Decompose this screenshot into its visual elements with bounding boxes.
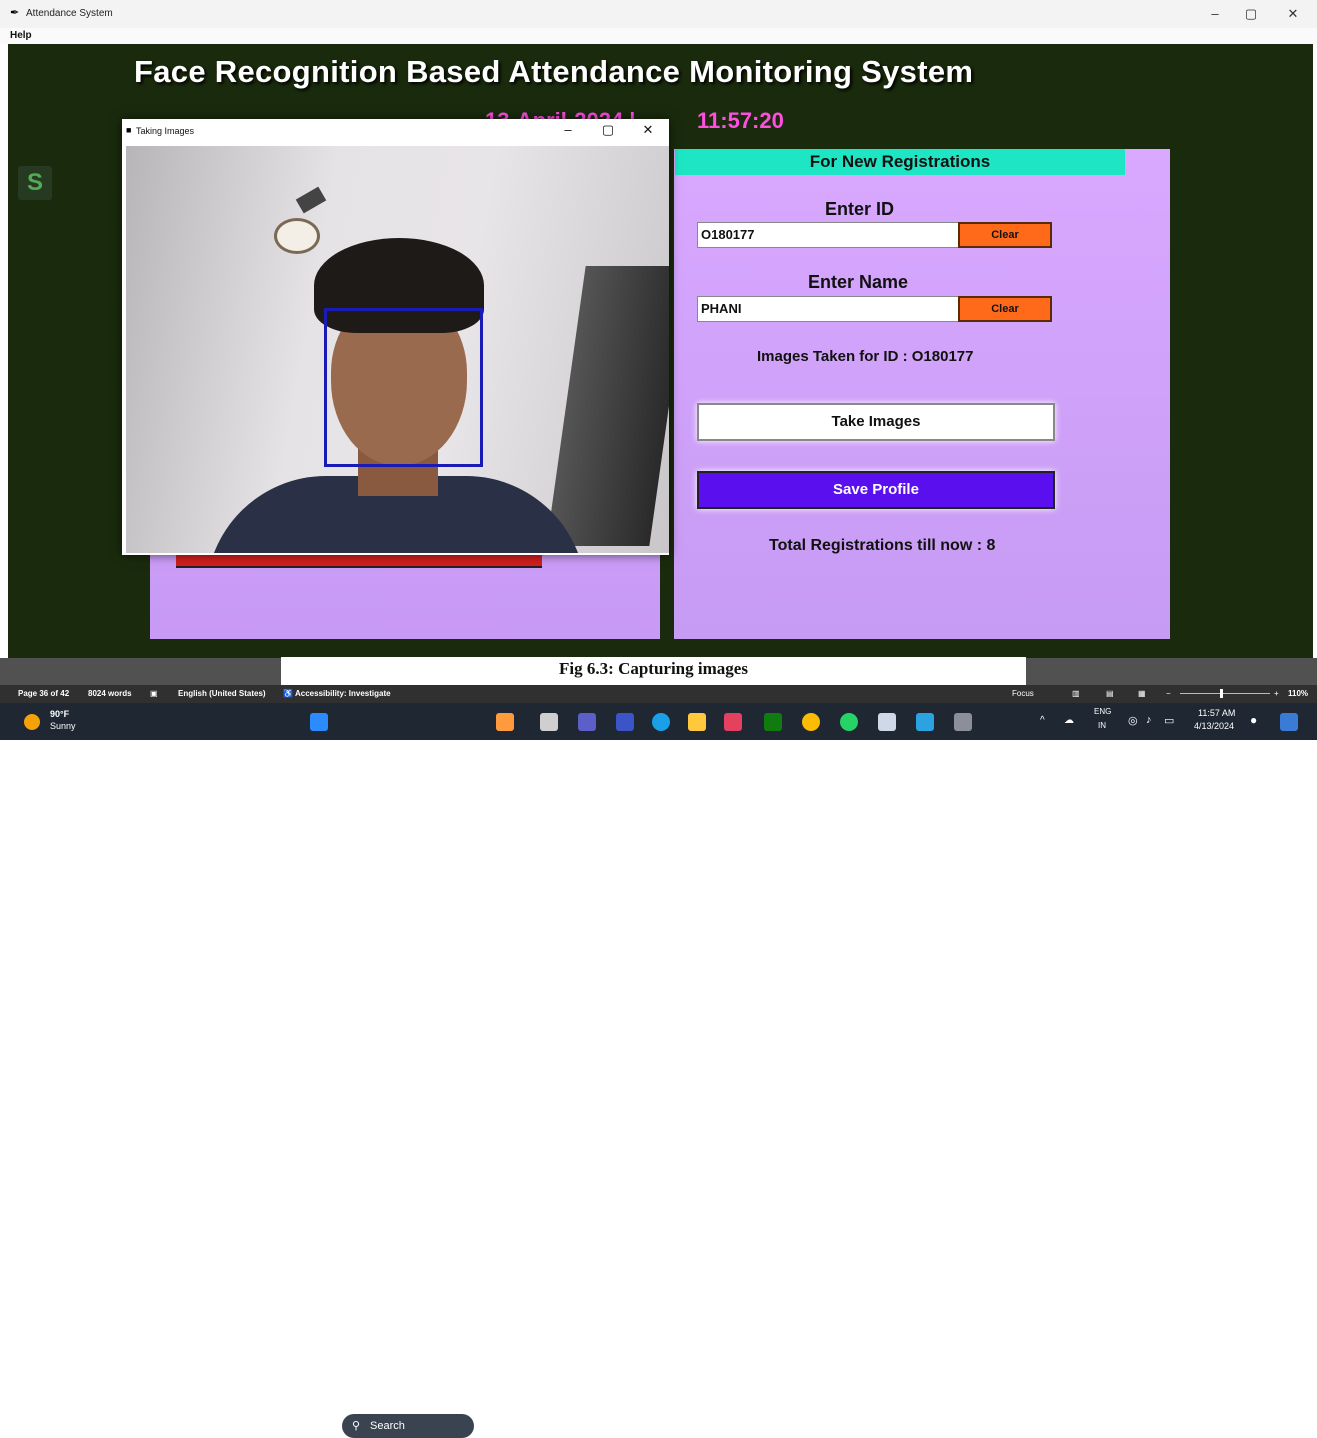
battery-icon[interactable]: ▭ xyxy=(1164,714,1174,727)
name-input[interactable]: PHANI xyxy=(697,296,959,322)
menu-help[interactable]: Help xyxy=(10,30,32,41)
edge-icon[interactable] xyxy=(652,713,670,731)
maximize-button[interactable]: ▢ xyxy=(1236,6,1266,22)
total-registrations-label: Total Registrations till now : 8 xyxy=(769,537,996,554)
registration-header: For New Registrations xyxy=(675,149,1125,175)
weather-temp[interactable]: 90°F xyxy=(50,709,69,719)
window-title: Attendance System xyxy=(26,8,113,19)
app-icon-3[interactable] xyxy=(916,713,934,731)
proofing-icon[interactable]: ▣ xyxy=(150,689,158,698)
language-status[interactable]: English (United States) xyxy=(178,689,266,698)
taskbar-date[interactable]: 4/13/2024 xyxy=(1194,721,1234,731)
weather-sun-icon[interactable] xyxy=(24,714,40,730)
app-icon-4[interactable] xyxy=(954,713,972,731)
word-count[interactable]: 8024 words xyxy=(88,689,132,698)
figure-caption: Fig 6.3: Capturing images xyxy=(281,657,1026,685)
close-button[interactable]: ✕ xyxy=(1278,6,1308,22)
app-title: Face Recognition Based Attendance Monito… xyxy=(134,54,974,89)
search-icon: ⚲ xyxy=(352,1420,361,1432)
language-top[interactable]: ENG xyxy=(1094,707,1111,716)
read-mode-icon[interactable]: ▥ xyxy=(1072,689,1080,698)
minimize-button[interactable]: – xyxy=(1200,6,1230,21)
zoom-slider[interactable] xyxy=(1180,693,1270,694)
light-fixture xyxy=(295,186,327,214)
xbox-icon[interactable] xyxy=(764,713,782,731)
file-explorer-icon[interactable] xyxy=(688,713,706,731)
windows-start-icon[interactable] xyxy=(310,713,328,731)
id-input[interactable]: O180177 xyxy=(697,222,959,248)
clear-name-button[interactable]: Clear xyxy=(958,296,1052,322)
wifi-icon[interactable]: ◎ xyxy=(1128,714,1138,727)
camera-app-icon: ■ xyxy=(126,125,132,135)
accessibility-icon: ♿ xyxy=(283,689,293,698)
camera-window-title: Taking Images xyxy=(136,126,195,136)
notification-bell-icon[interactable]: ● xyxy=(1250,713,1257,727)
menu-bar: Help xyxy=(0,28,1317,44)
page-count[interactable]: Page 36 of 42 xyxy=(18,689,69,698)
camera-window[interactable]: ■ Taking Images – ▢ ✕ xyxy=(122,119,669,555)
tray-chevron-icon[interactable]: ^ xyxy=(1040,715,1045,726)
web-layout-icon[interactable]: ▦ xyxy=(1138,689,1146,698)
weather-desc[interactable]: Sunny xyxy=(50,721,76,731)
search-label: Search xyxy=(370,1420,405,1432)
app-icon-2[interactable] xyxy=(878,713,896,731)
window-titlebar: ✒ Attendance System – ▢ ✕ xyxy=(0,0,1317,28)
copilot-icon[interactable] xyxy=(1280,713,1298,731)
focus-mode[interactable]: Focus xyxy=(1012,689,1034,698)
document-status-bar: Page 36 of 42 8024 words ▣ English (Unit… xyxy=(0,685,1317,703)
clock-label: 11:57:20 xyxy=(697,108,784,133)
zoom-slider-thumb[interactable] xyxy=(1220,689,1223,698)
enter-id-label: Enter ID xyxy=(825,199,895,219)
teams-icon[interactable] xyxy=(578,713,596,731)
camera-close-button[interactable]: ✕ xyxy=(634,122,662,138)
background-equipment xyxy=(546,266,669,546)
zoom-level[interactable]: 110% xyxy=(1288,689,1308,698)
task-view-icon[interactable] xyxy=(540,713,558,731)
whatsapp-icon[interactable] xyxy=(840,713,858,731)
widgets-icon[interactable] xyxy=(496,713,514,731)
sidebar-logo-icon[interactable]: S xyxy=(18,166,52,200)
taskbar-search[interactable]: ⚲ Search xyxy=(342,1414,474,1438)
camera-window-titlebar: ■ Taking Images – ▢ ✕ xyxy=(122,119,669,145)
accessibility-status[interactable]: Accessibility: Investigate xyxy=(295,689,391,698)
instagram-icon[interactable] xyxy=(724,713,742,731)
camera-minimize-button[interactable]: – xyxy=(554,122,582,137)
images-taken-message: Images Taken for ID : O180177 xyxy=(757,348,974,365)
camera-maximize-button[interactable]: ▢ xyxy=(594,122,622,138)
print-layout-icon[interactable]: ▤ xyxy=(1106,689,1114,698)
zoom-in-icon[interactable]: + xyxy=(1274,689,1279,698)
enter-name-label: Enter Name xyxy=(808,272,909,292)
app-feather-icon: ✒ xyxy=(10,7,20,19)
camera-feed xyxy=(126,146,669,553)
app-icon-1[interactable] xyxy=(616,713,634,731)
save-profile-button[interactable]: Save Profile xyxy=(697,471,1055,509)
taskbar-time[interactable]: 11:57 AM xyxy=(1198,708,1235,718)
face-detection-box xyxy=(324,308,483,467)
zoom-out-icon[interactable]: − xyxy=(1166,689,1171,698)
take-images-button[interactable]: Take Images xyxy=(697,403,1055,441)
onedrive-icon[interactable]: ☁ xyxy=(1064,715,1074,726)
chrome-icon[interactable] xyxy=(802,713,820,731)
volume-icon[interactable]: ♪ xyxy=(1146,714,1152,726)
ceiling-light xyxy=(274,218,320,254)
language-bottom[interactable]: IN xyxy=(1098,721,1106,730)
taskbar: 90°F Sunny ⚲ Search ^ ☁ ENG IN ◎ ♪ ▭ 11:… xyxy=(0,703,1317,1438)
clear-id-button[interactable]: Clear xyxy=(958,222,1052,248)
